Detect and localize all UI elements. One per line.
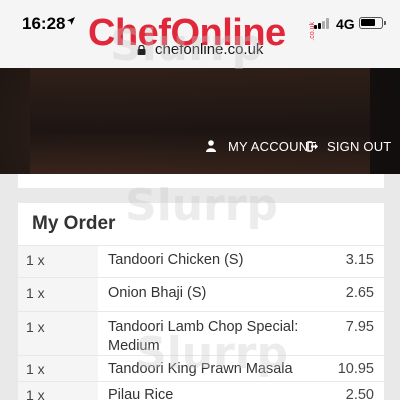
item-price: 2.50: [345, 387, 374, 400]
status-time: 16:28: [22, 14, 66, 33]
my-account-label: MY ACCOUNT: [228, 138, 317, 154]
order-item-row: 1 x Tandoori Chicken (S) 3.15: [18, 245, 384, 277]
site-header: [0, 68, 400, 174]
logo-tld: .co.uk: [309, 22, 316, 41]
item-price: 2.65: [345, 285, 374, 301]
order-item-row: 1 x Pilau Rice 2.50: [18, 381, 384, 400]
order-title: My Order: [32, 213, 116, 234]
battery-icon: [359, 17, 386, 29]
my-account-link[interactable]: MY ACCOUNT: [206, 138, 316, 154]
item-name: Pilau Rice: [108, 387, 174, 400]
qty-cell: 1 x: [18, 382, 98, 400]
qty-cell: 1 x: [18, 312, 98, 355]
watermark: Slurrp: [125, 180, 278, 231]
item-price: 10.95: [337, 361, 374, 377]
user-icon: [206, 140, 216, 152]
sign-out-icon: [307, 140, 318, 152]
watermark: Slurrp: [110, 20, 263, 71]
item-price: 7.95: [345, 319, 374, 335]
item-qty: 1 x: [26, 387, 45, 400]
item-qty: 1 x: [26, 361, 45, 377]
network-type: 4G: [336, 16, 355, 32]
qty-cell: 1 x: [18, 356, 98, 381]
watermark: Slurrp: [135, 328, 288, 379]
qty-cell: 1 x: [18, 246, 98, 277]
location-arrow-icon: [67, 17, 75, 25]
item-qty: 1 x: [26, 252, 45, 268]
item-name: Tandoori Chicken (S): [108, 252, 244, 268]
qty-cell: 1 x: [18, 278, 98, 311]
sign-out-label: SIGN OUT: [327, 138, 392, 154]
item-price: 3.15: [345, 252, 374, 268]
item-qty: 1 x: [26, 319, 45, 335]
order-item-row: 1 x Onion Bhaji (S) 2.65: [18, 277, 384, 311]
sign-out-link[interactable]: SIGN OUT: [307, 138, 391, 154]
cellular-signal-icon: [314, 18, 332, 29]
item-name: Onion Bhaji (S): [108, 285, 207, 301]
item-qty: 1 x: [26, 285, 45, 301]
header-overlay: [0, 68, 400, 174]
